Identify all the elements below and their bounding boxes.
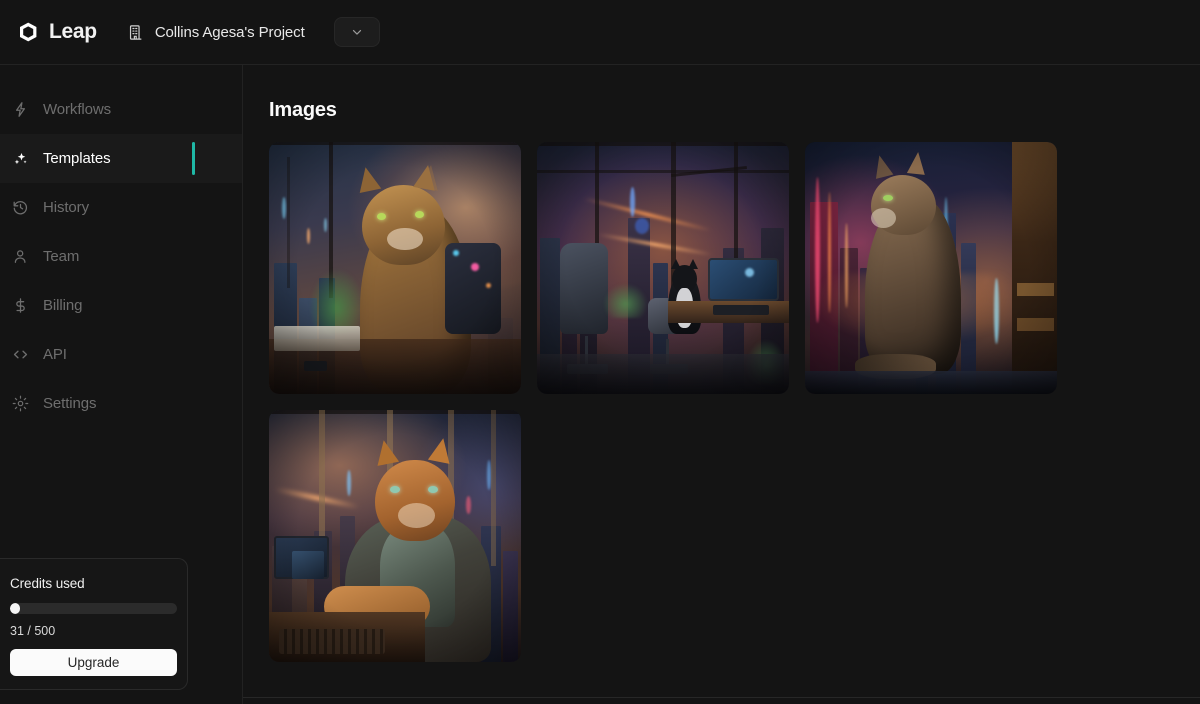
sidebar-item-history[interactable]: History bbox=[0, 183, 242, 232]
credits-title: Credits used bbox=[10, 576, 85, 591]
lightning-bolt-icon bbox=[11, 100, 30, 119]
sidebar-item-label: Team bbox=[43, 248, 80, 265]
sidebar: Workflows Templates History Team Billing… bbox=[0, 65, 243, 704]
dollar-sign-icon bbox=[11, 296, 30, 315]
upgrade-button[interactable]: Upgrade bbox=[10, 649, 177, 676]
sidebar-item-settings[interactable]: Settings bbox=[0, 379, 242, 428]
sidebar-item-templates[interactable]: Templates bbox=[0, 134, 242, 183]
image-grid bbox=[269, 142, 1089, 662]
page-title: Images bbox=[269, 99, 337, 121]
project-name: Collins Agesa's Project bbox=[154, 23, 305, 41]
project-dropdown-button[interactable] bbox=[333, 17, 380, 47]
sidebar-item-team[interactable]: Team bbox=[0, 232, 242, 281]
cube-logo-icon bbox=[16, 20, 40, 44]
image-card[interactable] bbox=[537, 142, 789, 394]
active-indicator bbox=[192, 142, 195, 175]
brand-name: Leap bbox=[49, 20, 97, 43]
project-selector[interactable]: Collins Agesa's Project bbox=[127, 17, 380, 47]
sidebar-item-billing[interactable]: Billing bbox=[0, 281, 242, 330]
sidebar-item-label: Workflows bbox=[43, 101, 111, 118]
sidebar-item-label: Billing bbox=[43, 297, 83, 314]
image-card[interactable] bbox=[805, 142, 1057, 394]
sidebar-item-label: Settings bbox=[43, 395, 97, 412]
generated-image-thumbnail bbox=[269, 142, 521, 394]
sidebar-item-label: Templates bbox=[43, 150, 111, 167]
person-icon bbox=[11, 247, 30, 266]
code-brackets-icon bbox=[11, 345, 30, 364]
sidebar-item-label: API bbox=[43, 346, 67, 363]
gear-icon bbox=[11, 394, 30, 413]
clock-rotate-icon bbox=[11, 198, 30, 217]
top-header: Leap Collins Agesa's Project bbox=[0, 0, 1200, 65]
generated-image-thumbnail bbox=[269, 410, 521, 662]
sidebar-item-label: History bbox=[43, 199, 89, 216]
brand[interactable]: Leap bbox=[16, 20, 97, 44]
credits-count: 31 / 500 bbox=[10, 624, 56, 638]
image-card[interactable] bbox=[269, 410, 521, 662]
sparkles-icon bbox=[11, 149, 30, 168]
bottom-divider bbox=[243, 697, 1200, 698]
credits-progress-bar[interactable] bbox=[10, 603, 177, 614]
sidebar-item-workflows[interactable]: Workflows bbox=[0, 85, 242, 134]
building-icon bbox=[127, 24, 144, 41]
sidebar-item-api[interactable]: API bbox=[0, 330, 242, 379]
body: Workflows Templates History Team Billing… bbox=[0, 65, 1200, 704]
credits-panel: Credits used 31 / 500 Upgrade bbox=[0, 558, 188, 690]
credits-progress-fill bbox=[10, 603, 21, 614]
generated-image-thumbnail bbox=[537, 142, 789, 394]
image-card[interactable] bbox=[269, 142, 521, 394]
leap-app-window: Leap Collins Agesa's Project Workflows T… bbox=[0, 0, 1200, 704]
main-content: Images bbox=[243, 65, 1200, 704]
generated-image-thumbnail bbox=[805, 142, 1057, 394]
